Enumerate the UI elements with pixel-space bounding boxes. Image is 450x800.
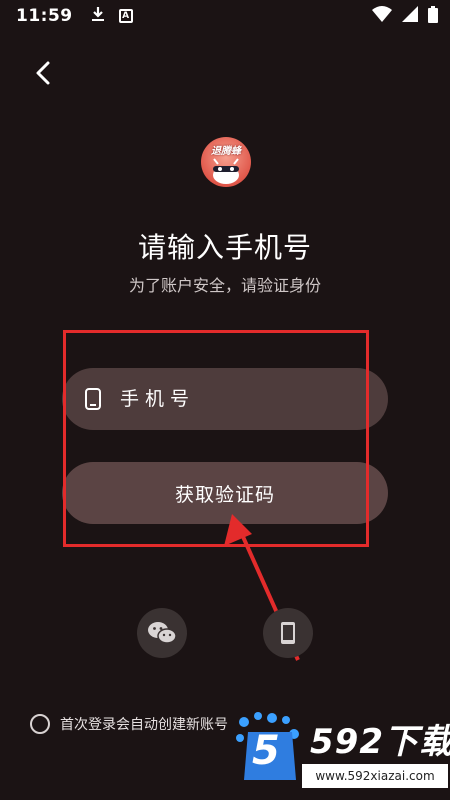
watermark-brand: 592下载 xyxy=(310,722,450,762)
status-time: 11:59 xyxy=(16,6,73,26)
agreement-text: 首次登录会自动创建新账号 xyxy=(60,717,228,733)
status-left-icons: A xyxy=(91,6,133,26)
app-logo: 退腾蜂 xyxy=(201,137,251,187)
status-right-icons xyxy=(372,5,438,27)
annotation-highlight-box xyxy=(63,330,369,547)
phone-login-icon xyxy=(281,622,295,644)
wifi-icon xyxy=(372,6,392,26)
phone-login-button[interactable] xyxy=(263,608,313,658)
status-bar: 11:59 A xyxy=(0,0,450,32)
page-subtitle: 为了账户安全，请验证身份 xyxy=(128,276,321,295)
page-title: 请输入手机号 xyxy=(137,231,312,264)
watermark-url: www.592xiazai.com xyxy=(302,764,448,788)
wechat-icon xyxy=(148,622,177,644)
watermark: 5 592下载 www.592xiazai.com xyxy=(228,702,450,800)
agreement-row: 首次登录会自动创建新账号 xyxy=(30,714,228,734)
download-icon xyxy=(91,6,105,26)
mascot-icon xyxy=(213,158,239,184)
a-badge-icon: A xyxy=(118,9,133,23)
battery-icon xyxy=(428,5,438,27)
wechat-login-button[interactable] xyxy=(137,608,187,658)
chevron-left-icon xyxy=(36,61,50,85)
watermark-logo-glyph: 5 xyxy=(252,728,280,774)
signal-icon xyxy=(402,6,418,26)
agreement-radio[interactable] xyxy=(30,714,50,734)
back-button[interactable] xyxy=(26,56,60,90)
